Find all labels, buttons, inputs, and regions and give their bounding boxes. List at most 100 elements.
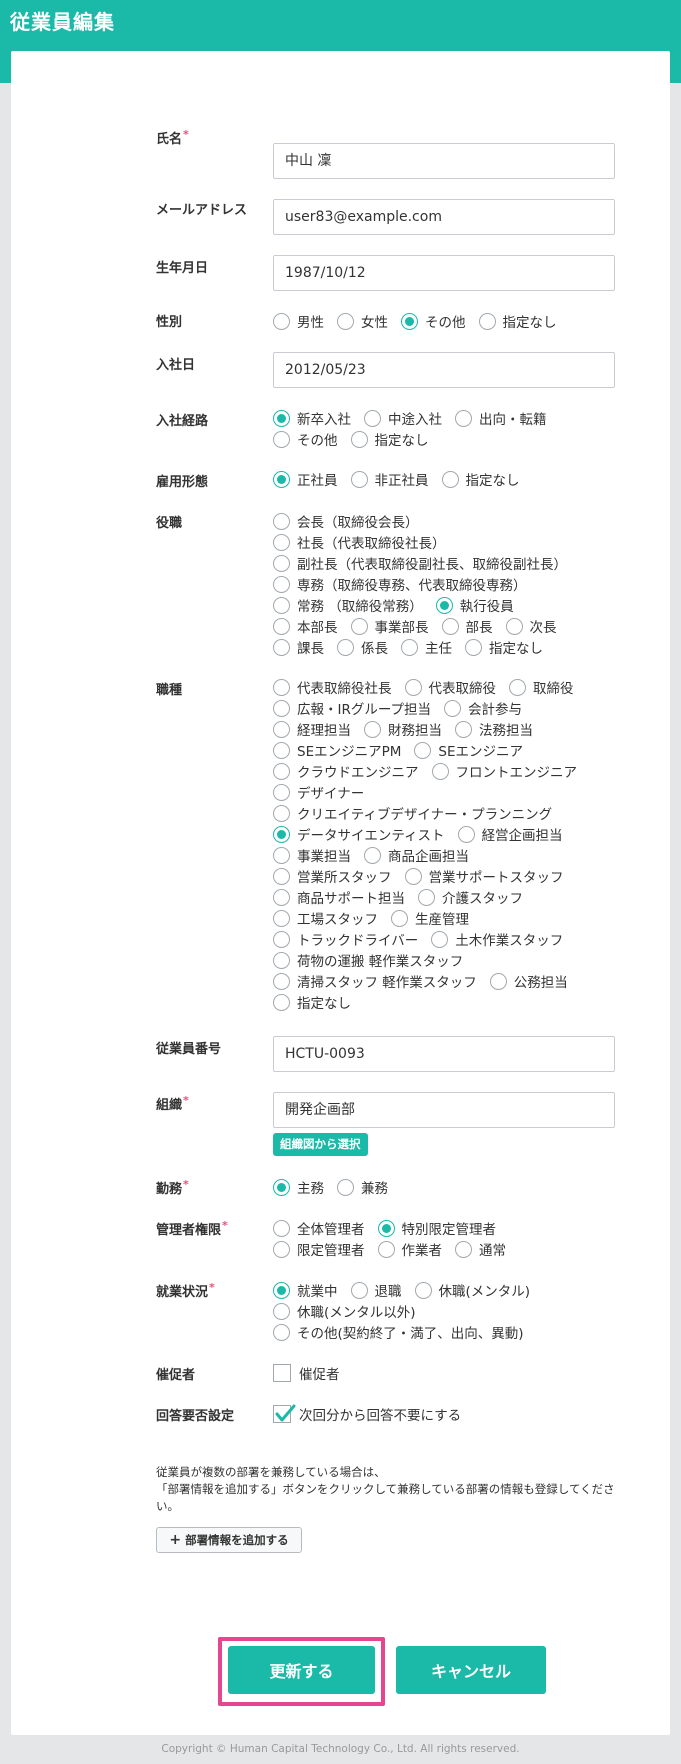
admin-role-option-operator[interactable]: 作業者 <box>377 1239 442 1259</box>
job-type-option-17[interactable]: 商品企画担当 <box>364 845 469 865</box>
header-bar: 従業員編集 <box>0 0 681 51</box>
position-option-division-head[interactable]: 本部長 <box>273 616 338 636</box>
radio-icon <box>273 1323 290 1341</box>
job-type-option-15[interactable]: 経営企画担当 <box>457 824 563 844</box>
position-option-chief[interactable]: 主任 <box>401 637 452 657</box>
gender-option-female[interactable]: 女性 <box>337 311 388 331</box>
job-type-option-27[interactable]: 清掃スタッフ 軽作業スタッフ <box>273 971 477 991</box>
job-type-option-5[interactable]: 経理担当 <box>273 719 351 739</box>
birthdate-input[interactable]: 1987/10/12 <box>273 255 615 291</box>
position-option-subsection-chief[interactable]: 係長 <box>337 637 388 657</box>
gender-option-unspecified[interactable]: 指定なし <box>478 311 557 331</box>
radio-icon <box>273 699 290 717</box>
email-input[interactable]: user83@example.com <box>273 199 615 235</box>
position-option-president[interactable]: 社長（代表取締役社長） <box>273 532 446 552</box>
position-option-chairman[interactable]: 会長（取締役会長） <box>273 511 419 531</box>
work-status-option-leave-mental[interactable]: 休職(メンタル) <box>414 1280 530 1300</box>
admin-role-option-limited-admin[interactable]: 限定管理者 <box>273 1239 365 1259</box>
job-type-option-28[interactable]: 公務担当 <box>489 971 568 991</box>
job-type-option-1[interactable]: 代表取締役 <box>404 677 496 697</box>
position-option-vice-president[interactable]: 副社長（代表取締役副社長、取締役副社長） <box>273 553 567 573</box>
job-type-option-19[interactable]: 営業サポートスタッフ <box>404 866 564 886</box>
join-route-option-unspecified[interactable]: 指定なし <box>350 429 429 449</box>
position-option-business-head[interactable]: 事業部長 <box>350 616 429 636</box>
job-type-option-24[interactable]: トラックドライバー <box>273 929 418 949</box>
position-option-department-head[interactable]: 部長 <box>441 616 493 636</box>
employment-type-option-unspecified[interactable]: 指定なし <box>441 469 520 489</box>
organization-input[interactable]: 開発企画部 <box>273 1092 615 1128</box>
join-route-option-mid-career[interactable]: 中途入社 <box>364 408 442 428</box>
job-type-option-12[interactable]: デザイナー <box>273 782 364 802</box>
position-option-managing-director[interactable]: 常務 （取締役常務） <box>273 595 423 615</box>
radio-icon <box>509 678 526 696</box>
job-type-option-3[interactable]: 広報・IRグループ担当 <box>273 698 431 718</box>
admin-role-option-normal[interactable]: 通常 <box>455 1239 506 1259</box>
position-label: 役職 <box>156 516 183 531</box>
radio-icon <box>273 678 290 696</box>
join-route-option-other[interactable]: その他 <box>273 429 338 449</box>
add-department-button[interactable]: + 部署情報を追加する <box>156 1527 302 1553</box>
position-option-executive-officer[interactable]: 執行役員 <box>435 595 514 615</box>
job-type-option-18[interactable]: 営業所スタッフ <box>273 866 392 886</box>
gender-option-male[interactable]: 男性 <box>273 311 324 331</box>
radio-icon <box>273 762 290 780</box>
job-type-option-29[interactable]: 指定なし <box>273 992 351 1012</box>
skip-answer-checkbox[interactable]: 次回分から回答不要にする <box>273 1404 461 1424</box>
position-options-row5: 常務 （取締役常務） 執行役員 <box>273 595 527 615</box>
job-type-option-14[interactable]: データサイエンティスト <box>273 824 445 844</box>
employee-number-input[interactable]: HCTU-0093 <box>273 1036 615 1072</box>
job-type-option-23[interactable]: 生産管理 <box>391 908 469 928</box>
job-type-option-11[interactable]: フロントエンジニア <box>431 761 577 781</box>
name-input[interactable]: 中山 凜 <box>273 143 615 179</box>
join-route-option-new-grad[interactable]: 新卒入社 <box>273 408 351 428</box>
join-route-label: 入社経路 <box>156 414 209 429</box>
page-title: 従業員編集 <box>10 10 115 34</box>
work-status-option-retired[interactable]: 退職 <box>350 1280 402 1300</box>
job-type-option-22[interactable]: 工場スタッフ <box>273 908 378 928</box>
work-status-option-employed[interactable]: 就業中 <box>273 1280 338 1300</box>
plus-icon: + <box>169 1532 182 1548</box>
job-type-option-10[interactable]: クラウドエンジニア <box>273 761 419 781</box>
work-status-option-other[interactable]: その他(契約終了・満了、出向、異動) <box>273 1322 524 1342</box>
job-type-option-20[interactable]: 商品サポート担当 <box>273 887 405 907</box>
join-route-option-transfer[interactable]: 出向・転籍 <box>455 408 547 428</box>
position-option-unspecified[interactable]: 指定なし <box>465 637 543 657</box>
work-status-option-leave-other[interactable]: 休職(メンタル以外) <box>273 1301 416 1321</box>
job-type-option-9[interactable]: SEエンジニア <box>414 740 523 760</box>
employment-type-option-regular[interactable]: 正社員 <box>273 469 338 489</box>
job-type-option-21[interactable]: 介護スタッフ <box>418 887 523 907</box>
job-type-option-25[interactable]: 土木作業スタッフ <box>431 929 563 949</box>
admin-role-option-full-admin[interactable]: 全体管理者 <box>273 1218 365 1238</box>
work-type-label: 勤務* <box>156 1178 189 1197</box>
work-type-option-primary[interactable]: 主務 <box>273 1177 324 1197</box>
job-type-option-6[interactable]: 財務担当 <box>364 719 442 739</box>
update-button[interactable]: 更新する <box>228 1646 375 1694</box>
join-date-input[interactable]: 2012/05/23 <box>273 352 615 388</box>
radio-selected-icon <box>273 1281 290 1299</box>
select-from-org-chart-button[interactable]: 組織図から選択 <box>273 1133 368 1156</box>
admin-role-option-special-limited-admin[interactable]: 特別限定管理者 <box>377 1218 496 1238</box>
position-option-senior-md[interactable]: 専務（取締役専務、代表取締役専務） <box>273 574 527 594</box>
job-type-options-row7: クリエイティブデザイナー・プランニング <box>273 803 565 823</box>
job-type-option-16[interactable]: 事業担当 <box>273 845 351 865</box>
radio-icon <box>337 312 354 330</box>
employment-type-option-nonregular[interactable]: 非正社員 <box>350 469 429 489</box>
job-type-option-8[interactable]: SEエンジニアPM <box>273 740 401 760</box>
work-type-option-concurrent[interactable]: 兼務 <box>337 1177 388 1197</box>
job-type-option-4[interactable]: 会計参与 <box>444 698 522 718</box>
cancel-button[interactable]: キャンセル <box>396 1646 546 1694</box>
radio-icon <box>273 888 290 906</box>
position-option-deputy-head[interactable]: 次長 <box>505 616 557 636</box>
job-type-option-2[interactable]: 取締役 <box>509 677 574 697</box>
job-type-option-7[interactable]: 法務担当 <box>455 719 533 739</box>
gender-option-other[interactable]: その他 <box>401 311 466 331</box>
required-mark: * <box>183 1178 189 1191</box>
promoter-label: 催促者 <box>156 1368 196 1383</box>
position-option-section-chief[interactable]: 課長 <box>273 637 324 657</box>
job-type-option-26[interactable]: 荷物の運搬 軽作業スタッフ <box>273 950 463 970</box>
promoter-checkbox[interactable]: 催促者 <box>273 1363 340 1383</box>
job-type-option-0[interactable]: 代表取締役社長 <box>273 677 392 697</box>
radio-icon <box>455 409 472 427</box>
radio-icon <box>273 993 290 1011</box>
job-type-option-13[interactable]: クリエイティブデザイナー・プランニング <box>273 803 552 823</box>
